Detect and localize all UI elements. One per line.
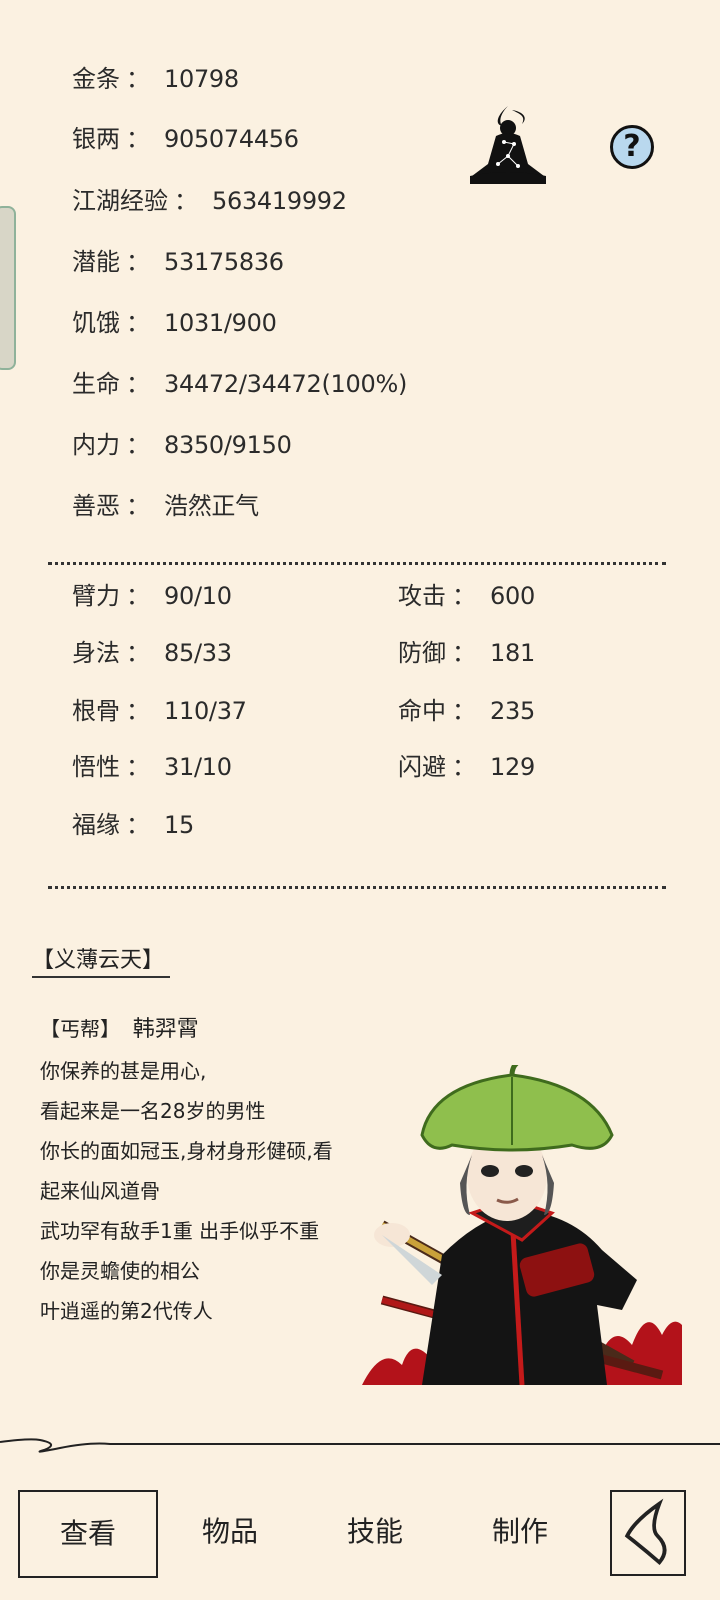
- divider: [48, 886, 666, 889]
- agility-label: 身法: [72, 639, 120, 667]
- side-drawer-handle[interactable]: [0, 206, 16, 370]
- silver-stat: 银两： 905074456: [72, 124, 299, 154]
- exp-stat: 江湖经验： 563419992: [72, 186, 347, 216]
- life-label: 生命: [72, 370, 120, 398]
- description-line: 叶逍遥的第2代传人: [40, 1299, 213, 1323]
- morality-stat: 善恶： 浩然正气: [72, 491, 259, 521]
- gold-stat: 金条： 10798: [72, 64, 239, 94]
- separator: ：: [126, 431, 150, 459]
- luck-value: 15: [164, 811, 194, 839]
- description-line: 看起来是一名28岁的男性: [40, 1099, 266, 1123]
- internal-stat: 内力： 8350/9150: [72, 430, 292, 460]
- gold-value: 10798: [164, 65, 239, 93]
- morality-label: 善恶: [72, 492, 120, 520]
- life-stat: 生命： 34472/34472(100%): [72, 369, 407, 399]
- attack-label: 攻击: [398, 582, 446, 610]
- sect-label: 【丐帮】: [40, 1017, 120, 1041]
- comprehension-value: 31/10: [164, 753, 232, 781]
- potential-label: 潜能: [72, 248, 120, 276]
- constitution-value: 110/37: [164, 697, 247, 725]
- separator: ：: [126, 582, 150, 610]
- morality-value: 浩然正气: [164, 492, 259, 520]
- separator: ：: [452, 753, 476, 781]
- constitution-stat: 根骨： 110/37: [72, 696, 247, 726]
- description-line: 你保养的甚是用心,: [40, 1059, 207, 1083]
- back-button[interactable]: [610, 1490, 686, 1576]
- exp-label: 江湖经验: [72, 187, 168, 215]
- dodge-stat: 闪避： 129: [398, 752, 535, 782]
- tab-view[interactable]: 查看: [18, 1490, 158, 1578]
- dodge-label: 闪避: [398, 753, 446, 781]
- divider: [48, 562, 666, 565]
- constitution-label: 根骨: [72, 697, 120, 725]
- luck-stat: 福缘： 15: [72, 810, 194, 840]
- description-line: 起来仙风道骨: [40, 1179, 160, 1203]
- dodge-value: 129: [490, 753, 535, 781]
- character-name: 韩羿霄: [132, 1017, 199, 1042]
- strength-value: 90/10: [164, 582, 232, 610]
- attack-value: 600: [490, 582, 535, 610]
- description-line: 你长的面如冠玉,身材身形健硕,看: [40, 1139, 333, 1163]
- agility-stat: 身法： 85/33: [72, 638, 232, 668]
- sect-name-line: 【丐帮】 韩羿霄: [40, 1016, 199, 1043]
- separator: ：: [126, 65, 150, 93]
- tab-craft[interactable]: 制作: [450, 1490, 590, 1574]
- back-arrow-icon: [624, 1498, 667, 1566]
- help-button[interactable]: ?: [610, 125, 654, 169]
- tab-skills[interactable]: 技能: [305, 1490, 445, 1574]
- hit-stat: 命中： 235: [398, 696, 535, 726]
- silver-label: 银两: [72, 125, 120, 153]
- defense-value: 181: [490, 639, 535, 667]
- character-title[interactable]: 【义薄云天】: [32, 942, 171, 978]
- character-portrait: [362, 1065, 682, 1385]
- defense-label: 防御: [398, 639, 446, 667]
- separator: ：: [452, 639, 476, 667]
- separator: ：: [452, 697, 476, 725]
- separator: ：: [126, 811, 150, 839]
- luck-label: 福缘: [72, 811, 120, 839]
- separator: ：: [126, 753, 150, 781]
- description-line: 你是灵蟾使的相公: [40, 1259, 200, 1283]
- separator: ：: [126, 309, 150, 337]
- separator: ：: [452, 582, 476, 610]
- separator: ：: [126, 697, 150, 725]
- silver-value: 905074456: [164, 125, 299, 153]
- separator: ：: [174, 187, 198, 215]
- tab-items[interactable]: 物品: [160, 1490, 300, 1574]
- comprehension-stat: 悟性： 31/10: [72, 752, 232, 782]
- separator: ：: [126, 125, 150, 153]
- hunger-value: 1031/900: [164, 309, 277, 337]
- defense-stat: 防御： 181: [398, 638, 535, 668]
- strength-stat: 臂力： 90/10: [72, 581, 232, 611]
- agility-value: 85/33: [164, 639, 232, 667]
- separator: ：: [126, 492, 150, 520]
- potential-stat: 潜能： 53175836: [72, 247, 284, 277]
- internal-label: 内力: [72, 431, 120, 459]
- internal-value: 8350/9150: [164, 431, 292, 459]
- hit-label: 命中: [398, 697, 446, 725]
- separator: ：: [126, 248, 150, 276]
- description-line: 武功罕有敌手1重 出手似乎不重: [40, 1219, 320, 1243]
- exp-value: 563419992: [212, 187, 347, 215]
- potential-value: 53175836: [164, 248, 284, 276]
- strength-label: 臂力: [72, 582, 120, 610]
- attack-stat: 攻击： 600: [398, 581, 535, 611]
- meditation-icon[interactable]: [468, 102, 548, 186]
- separator: ：: [126, 639, 150, 667]
- gold-label: 金条: [72, 65, 120, 93]
- separator: ：: [126, 370, 150, 398]
- hunger-stat: 饥饿： 1031/900: [72, 308, 277, 338]
- hit-value: 235: [490, 697, 535, 725]
- life-value: 34472/34472(100%): [164, 370, 408, 398]
- comprehension-label: 悟性: [72, 753, 120, 781]
- hunger-label: 饥饿: [72, 309, 120, 337]
